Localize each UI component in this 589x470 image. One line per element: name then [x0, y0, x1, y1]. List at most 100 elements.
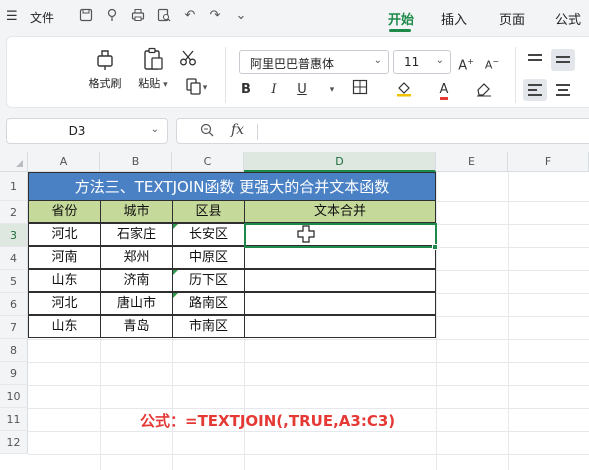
font-name-value: 阿里巴巴普惠体 [250, 57, 335, 71]
error-indicator-icon[interactable] [173, 293, 178, 298]
row-header-9[interactable]: 9 [0, 362, 28, 385]
paste-icon [144, 47, 163, 70]
table-cell[interactable]: 山东 [28, 315, 101, 338]
error-indicator-icon[interactable] [173, 270, 178, 275]
increase-font-icon[interactable]: A+ [455, 51, 477, 73]
paste-button[interactable]: 粘贴 ▾ [131, 47, 175, 91]
font-size-value: 11 [404, 55, 420, 69]
print-preview-icon[interactable] [156, 8, 172, 24]
cut-icon[interactable] [177, 49, 199, 71]
table-cell[interactable] [244, 315, 436, 338]
header-cell-city[interactable]: 城市 [100, 200, 173, 223]
underline-button[interactable]: U [291, 79, 313, 101]
format-painter-label: 格式刷 [88, 77, 122, 90]
row-header-1[interactable]: 1 [0, 172, 28, 201]
border-icon[interactable] [349, 79, 371, 101]
row-header-10[interactable]: 10 [0, 385, 28, 408]
fill-handle[interactable] [432, 244, 438, 250]
tab-home[interactable]: 开始 [388, 9, 414, 28]
header-cell-merged-text[interactable]: 文本合并 [244, 200, 436, 223]
row-header-6[interactable]: 6 [0, 293, 28, 316]
undo-icon[interactable]: ↶ [182, 8, 198, 24]
tab-formula[interactable]: 公式 [555, 9, 581, 28]
table-cell[interactable] [244, 269, 436, 292]
copy-icon[interactable]: ▾ [177, 77, 215, 99]
header-cell-province[interactable]: 省份 [28, 200, 101, 223]
save-icon[interactable] [78, 8, 94, 24]
format-paint-icon[interactable] [104, 8, 120, 24]
row-header-12[interactable]: 12 [0, 431, 28, 454]
paste-label: 粘贴 [138, 77, 161, 90]
table-cell[interactable]: 济南 [100, 269, 173, 292]
print-icon[interactable] [130, 8, 146, 24]
gridline [28, 431, 589, 432]
gridline [436, 172, 437, 470]
name-box-value: D3 [68, 124, 86, 138]
table-cell[interactable]: 石家庄 [100, 223, 173, 246]
column-header-e[interactable]: E [436, 152, 508, 172]
gridline [28, 385, 589, 386]
formula-bar: D3 ⌄ fx [0, 110, 589, 152]
table-cell[interactable]: 河南 [28, 246, 101, 269]
table-cell[interactable]: 山东 [28, 269, 101, 292]
table-cell[interactable]: 长安区 [172, 223, 245, 246]
column-header-a[interactable]: A [28, 152, 100, 172]
ribbon: 格式刷 粘贴 ▾ ▾ 阿里巴巴普惠体 ⌄ 11 ⌄ A+ A− B I U ▾ … [0, 34, 589, 110]
table-cell[interactable]: 历下区 [172, 269, 245, 292]
fill-color-icon[interactable] [393, 79, 415, 101]
chevron-down-icon[interactable]: ⌄ [233, 8, 249, 24]
row-header-4[interactable]: 4 [0, 247, 28, 270]
formula-input[interactable]: fx [176, 118, 589, 144]
bold-button[interactable]: B [235, 79, 257, 101]
table-cell[interactable]: 郑州 [100, 246, 173, 269]
active-cell-selection [244, 223, 437, 248]
table-title-cell[interactable]: 方法三、TEXTJOIN函数 更强大的合并文本函数 [28, 172, 436, 201]
table-cell[interactable]: 河北 [28, 292, 101, 315]
spreadsheet-grid[interactable]: A B C D E F 1 2 3 4 5 6 7 8 9 10 11 12 方… [0, 152, 589, 470]
align-center-icon[interactable] [551, 79, 575, 101]
format-painter-button[interactable]: 格式刷 [85, 47, 125, 91]
font-name-select[interactable]: 阿里巴巴普惠体 ⌄ [239, 50, 389, 74]
align-middle-icon[interactable] [551, 49, 575, 71]
error-indicator-icon[interactable] [173, 224, 178, 229]
table-cell[interactable] [244, 246, 436, 269]
decrease-font-icon[interactable]: A− [481, 51, 503, 73]
row-header-11[interactable]: 11 [0, 408, 28, 431]
row-header-8[interactable]: 8 [0, 339, 28, 362]
fx-icon[interactable]: fx [231, 122, 244, 138]
format-painter-icon [97, 50, 113, 70]
table-cell[interactable]: 河北 [28, 223, 101, 246]
underline-options-icon[interactable]: ▾ [321, 79, 343, 101]
gridline [508, 172, 509, 470]
table-cell[interactable] [244, 292, 436, 315]
row-header-7[interactable]: 7 [0, 316, 28, 339]
file-menu[interactable]: 文件 [30, 9, 54, 26]
clear-format-icon[interactable] [473, 79, 495, 101]
redo-icon[interactable]: ↷ [207, 8, 223, 24]
tab-page[interactable]: 页面 [499, 9, 525, 28]
table-cell[interactable]: 路南区 [172, 292, 245, 315]
name-box[interactable]: D3 ⌄ [6, 118, 168, 144]
chevron-down-icon: ⌄ [435, 55, 444, 66]
table-cell[interactable]: 唐山市 [100, 292, 173, 315]
menu-icon[interactable]: ☰ [6, 9, 18, 24]
row-header-2[interactable]: 2 [0, 201, 28, 224]
column-header-d[interactable]: D [244, 152, 436, 172]
header-cell-district[interactable]: 区县 [172, 200, 245, 223]
italic-button[interactable]: I [263, 79, 285, 101]
table-cell[interactable]: 青岛 [100, 315, 173, 338]
align-left-icon[interactable] [523, 79, 547, 101]
tab-insert[interactable]: 插入 [441, 9, 467, 28]
row-header-5[interactable]: 5 [0, 270, 28, 293]
row-header-3[interactable]: 3 [0, 224, 28, 247]
font-size-select[interactable]: 11 ⌄ [393, 50, 451, 74]
column-header-f[interactable]: F [508, 152, 589, 172]
column-header-c[interactable]: C [172, 152, 244, 172]
font-color-icon[interactable]: A [433, 79, 455, 101]
column-header-b[interactable]: B [100, 152, 172, 172]
table-cell[interactable]: 中原区 [172, 246, 245, 269]
zoom-icon[interactable] [200, 123, 214, 141]
select-all-corner[interactable] [0, 152, 28, 172]
align-top-icon[interactable] [523, 49, 547, 71]
table-cell[interactable]: 市南区 [172, 315, 245, 338]
